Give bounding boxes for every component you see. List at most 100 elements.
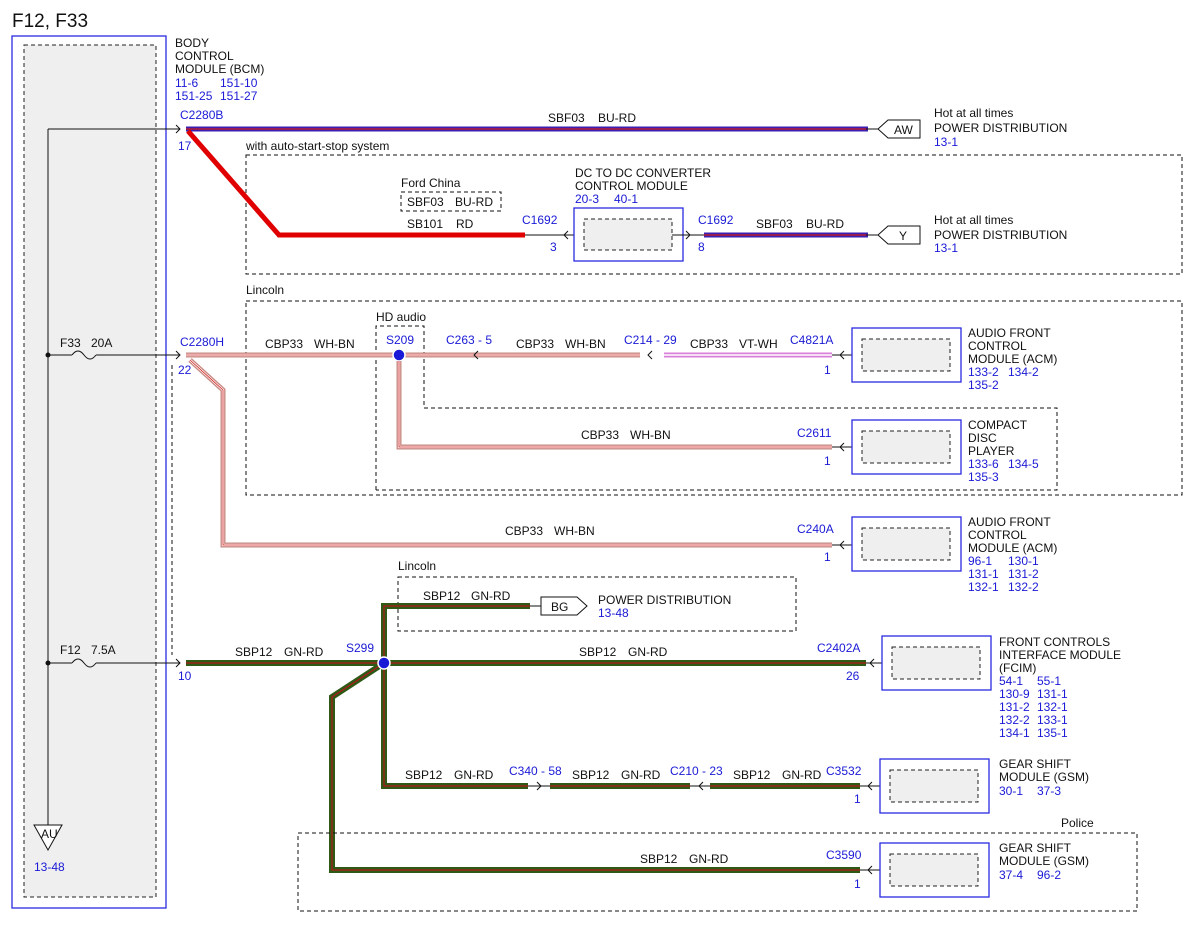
bcm-module[interactable] (11, 35, 167, 909)
splice-s209-icon[interactable] (392, 348, 406, 362)
connector-c2280h[interactable]: C2280H (180, 335, 224, 349)
module-ref-link[interactable]: 132-2 (1008, 580, 1039, 594)
connector-arrow (832, 350, 852, 360)
wire-circuit-label: SBP12 (579, 645, 617, 659)
splice-s299-icon[interactable] (377, 656, 391, 670)
bcm-name-line: MODULE (BCM) (175, 62, 264, 76)
ground-ref-link[interactable]: 13-48 (34, 860, 65, 874)
connector-c3532[interactable]: C3532 (826, 764, 862, 778)
module-ref-link[interactable]: 37-3 (1037, 784, 1061, 798)
splice-label: S209 (386, 333, 414, 347)
acm-module-1[interactable] (851, 327, 962, 383)
module-ref-link[interactable]: 134-5 (1008, 457, 1039, 471)
bcm-ref-link[interactable]: 11-6 (175, 76, 198, 90)
module-name-line: AUDIO FRONT (968, 326, 1051, 340)
dest-ref-link[interactable]: 13-1 (934, 241, 958, 255)
module-name-line: INTERFACE MODULE (999, 648, 1121, 662)
wire-circuit-label: SB101 (407, 217, 443, 231)
connector-c2611[interactable]: C2611 (797, 426, 832, 440)
wire-color-label: RD (456, 217, 474, 231)
module-ref-link[interactable]: 130-9 (999, 687, 1030, 701)
ford-china-label: Ford China (401, 176, 461, 190)
connector-arrow (860, 865, 880, 875)
dest-tag-y[interactable]: Y (877, 225, 921, 245)
acm-module-2[interactable] (851, 516, 962, 572)
module-ref-link[interactable]: 55-1 (1037, 674, 1061, 688)
module-ref-link[interactable]: 131-1 (968, 567, 999, 581)
dest-ref-link[interactable]: 13-1 (934, 135, 958, 149)
module-ref-link[interactable]: 30-1 (999, 784, 1023, 798)
module-ref-link[interactable]: 20-3 (575, 192, 599, 206)
dest-tag-aw[interactable]: AW (877, 119, 921, 139)
wire-cbp33-wh-bn-acm2[interactable] (188, 358, 832, 548)
wire-sbp12-gn-rd-police[interactable] (329, 660, 860, 873)
gsm-module-1[interactable] (879, 758, 990, 814)
module-ref-link[interactable]: 133-6 (968, 457, 999, 471)
dest-desc: POWER DISTRIBUTION (934, 121, 1067, 135)
module-ref-link[interactable]: 133-2 (968, 365, 999, 379)
bcm-ref-link[interactable]: 151-25 (175, 89, 213, 103)
module-ref-link[interactable]: 132-1 (968, 580, 999, 594)
module-name-line: MODULE (GSM) (999, 770, 1089, 784)
module-ref-link[interactable]: 134-2 (1008, 365, 1039, 379)
module-ref-link[interactable]: 134-1 (999, 726, 1030, 740)
dest-desc: POWER DISTRIBUTION (934, 228, 1067, 242)
module-ref-link[interactable]: 133-1 (1037, 713, 1068, 727)
module-ref-link[interactable]: 130-1 (1008, 554, 1039, 568)
gsm-module-2[interactable] (879, 842, 990, 898)
pin-label: 1 (824, 550, 831, 564)
module-ref-link[interactable]: 96-2 (1037, 868, 1061, 882)
region-label: Lincoln (398, 559, 436, 573)
wiring-diagram: F12, F33 BODY CONTROL MODULE (BCM) 11-6 … (11, 11, 1183, 912)
module-ref-link[interactable]: 37-4 (999, 868, 1023, 882)
module-ref-link[interactable]: 135-3 (968, 470, 999, 484)
cd-player-module[interactable] (851, 419, 962, 475)
inline-connector-c210[interactable]: C210 - 23 (670, 764, 723, 778)
connector-c2402a[interactable]: C2402A (817, 641, 860, 655)
wire-circuit-label: SBF03 (756, 217, 793, 231)
wire-color-label: GN-RD (628, 645, 668, 659)
inline-connector-c214[interactable]: C214 - 29 (624, 333, 677, 347)
module-ref-link[interactable]: 40-1 (614, 192, 638, 206)
wire-circuit-label: CBP33 (581, 428, 619, 442)
pin-label: 17 (178, 139, 192, 153)
region-label: Police (1061, 816, 1094, 830)
bcm-ref-link[interactable]: 151-10 (220, 76, 258, 90)
inline-connector-c340[interactable]: C340 - 58 (509, 764, 562, 778)
dc-dc-converter-module[interactable] (573, 207, 684, 262)
inline-connector-c263[interactable]: C263 - 5 (446, 333, 492, 347)
wire-sbp12-gn-rd-bg[interactable] (381, 603, 530, 663)
module-name-line: DC TO DC CONVERTER (575, 166, 711, 180)
wire-color-label: GN-RD (284, 645, 324, 659)
module-ref-link[interactable]: 131-2 (1008, 567, 1039, 581)
fuse-f12-rating: 7.5A (91, 643, 116, 657)
module-ref-link[interactable]: 132-1 (1037, 700, 1068, 714)
module-ref-link[interactable]: 54-1 (999, 674, 1023, 688)
connector-c1692-out[interactable]: C1692 (698, 213, 734, 227)
wire-color-label: WH-BN (554, 524, 595, 538)
pin-label: 10 (178, 669, 192, 683)
dest-ref-link[interactable]: 13-48 (598, 606, 629, 620)
connector-c2280b[interactable]: C2280B (180, 108, 223, 122)
fcim-refs: 54-1 55-1 130-9 131-1 131-2 132-1 132-2 … (999, 674, 1068, 740)
module-ref-link[interactable]: 131-2 (999, 700, 1030, 714)
module-ref-link[interactable]: 135-2 (968, 378, 999, 392)
wire-circuit-label: CBP33 (265, 337, 303, 351)
module-ref-link[interactable]: 131-1 (1037, 687, 1068, 701)
pin-label: 22 (178, 363, 192, 377)
connector-arrow (866, 658, 882, 668)
wire-color-label: GN-RD (621, 768, 661, 782)
connector-c4821a[interactable]: C4821A (790, 333, 833, 347)
bcm-ref-link[interactable]: 151-27 (220, 89, 258, 103)
fcim-module[interactable] (881, 635, 992, 691)
connector-c240a[interactable]: C240A (797, 522, 834, 536)
fuse-f33-rating: 20A (91, 336, 112, 350)
connector-c1692-in[interactable]: C1692 (522, 213, 558, 227)
connector-arrow (832, 442, 852, 452)
wire-color-label: WH-BN (314, 337, 355, 351)
connector-c3590[interactable]: C3590 (826, 848, 862, 862)
module-ref-link[interactable]: 135-1 (1037, 726, 1068, 740)
module-ref-link[interactable]: 132-2 (999, 713, 1030, 727)
module-ref-link[interactable]: 96-1 (968, 554, 992, 568)
dest-tag-bg[interactable]: BG (540, 596, 588, 616)
